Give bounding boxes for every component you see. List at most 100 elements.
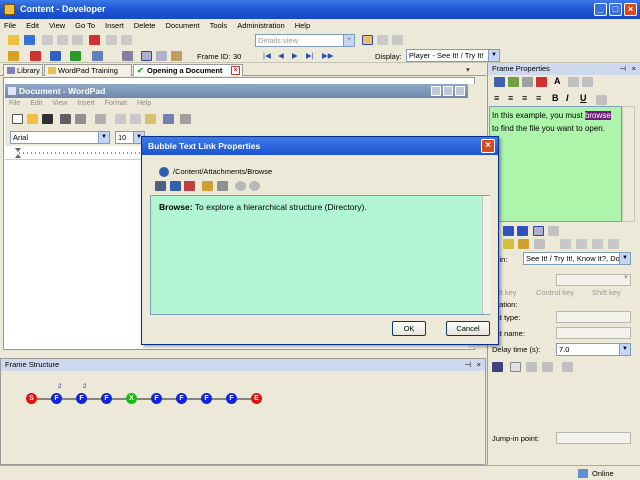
- link-forward-icon[interactable]: [249, 181, 260, 191]
- paste-icon[interactable]: [72, 35, 83, 45]
- redo-icon[interactable]: [121, 35, 132, 45]
- split-icon[interactable]: [377, 35, 388, 45]
- dialog-content-scrollbar[interactable]: [482, 196, 490, 314]
- layout-icon[interactable]: [362, 35, 373, 45]
- bubble-delete-icon[interactable]: [536, 77, 547, 87]
- bubble-text-scrollbar[interactable]: [622, 106, 635, 222]
- edit-icon[interactable]: [122, 51, 133, 61]
- fp-rect-icon[interactable]: [510, 362, 521, 372]
- fp-d-icon[interactable]: [608, 239, 619, 249]
- frame-node[interactable]: F: [151, 393, 162, 404]
- list-icon[interactable]: [596, 95, 607, 105]
- bubble-link-text[interactable]: browse: [584, 111, 611, 120]
- link-edit-icon[interactable]: [202, 181, 213, 191]
- last-frame-icon[interactable]: ▶|: [306, 51, 314, 60]
- display-combo[interactable]: Player - See It! / Try It! ▼: [406, 49, 500, 62]
- menu-goto[interactable]: Go To: [75, 21, 95, 30]
- bubble-type-icon[interactable]: [494, 77, 505, 87]
- frame-node[interactable]: X: [126, 393, 137, 404]
- spell-icon[interactable]: [568, 77, 579, 87]
- insert-frame-icon[interactable]: [30, 51, 41, 61]
- frame-node[interactable]: S: [26, 393, 37, 404]
- fp-tab-bubble-icon[interactable]: [503, 226, 514, 236]
- menu-help[interactable]: Help: [295, 21, 310, 30]
- tab-wordpad-training[interactable]: WordPad Training: [44, 64, 132, 76]
- play-icon[interactable]: ▶▶: [322, 51, 334, 60]
- fp-cmd-icon[interactable]: [534, 239, 545, 249]
- copy-icon[interactable]: [57, 35, 68, 45]
- frame-view-icon[interactable]: [141, 51, 152, 61]
- frame-node[interactable]: F: [51, 393, 62, 404]
- italic-icon[interactable]: I: [566, 93, 569, 103]
- justify-icon[interactable]: ≡: [536, 93, 541, 103]
- fp-close-icon[interactable]: ×: [632, 63, 636, 75]
- menu-administration[interactable]: Administration: [237, 21, 285, 30]
- panel-icon[interactable]: [392, 35, 403, 45]
- menu-tools[interactable]: Tools: [210, 21, 228, 30]
- font-icon[interactable]: A: [554, 76, 561, 86]
- bubble-icon[interactable]: [156, 51, 167, 61]
- align-center-icon[interactable]: ≡: [508, 93, 513, 103]
- undo-icon[interactable]: [106, 35, 117, 45]
- frame-node[interactable]: F: [226, 393, 237, 404]
- cancel-button[interactable]: Cancel: [446, 321, 490, 336]
- link-icon[interactable]: [92, 51, 103, 61]
- insert-action-icon[interactable]: [50, 51, 61, 61]
- insert-decision-icon[interactable]: [70, 51, 81, 61]
- tab-library[interactable]: Library: [3, 64, 43, 76]
- fp-pin-icon[interactable]: ⊣: [619, 63, 626, 75]
- frame-node[interactable]: F: [76, 393, 87, 404]
- open-icon[interactable]: [8, 35, 19, 45]
- menu-insert[interactable]: Insert: [105, 21, 124, 30]
- ok-button[interactable]: OK: [392, 321, 426, 336]
- fp-tab-other-icon[interactable]: [548, 226, 559, 236]
- underline-icon[interactable]: U: [580, 93, 587, 103]
- prev-frame-icon[interactable]: ◀: [278, 51, 284, 60]
- close-button[interactable]: ×: [624, 3, 637, 16]
- fp-object-icon[interactable]: [503, 239, 514, 249]
- maximize-button[interactable]: □: [609, 3, 622, 16]
- frame-node[interactable]: F: [201, 393, 212, 404]
- fp-tab-frame-icon[interactable]: [533, 226, 544, 236]
- tab-close-icon[interactable]: ×: [231, 66, 240, 75]
- fp-refresh-icon[interactable]: [542, 362, 553, 372]
- tab-opening-document[interactable]: ✔ Opening a Document ×: [133, 64, 243, 76]
- bubble-pos-icon[interactable]: [522, 77, 533, 87]
- dialog-close-button[interactable]: ×: [481, 139, 495, 153]
- folder-icon[interactable]: [8, 51, 19, 61]
- first-frame-icon[interactable]: |◀: [263, 51, 271, 60]
- menu-view[interactable]: View: [49, 21, 65, 30]
- link-remove-icon[interactable]: [184, 181, 195, 191]
- minimize-button[interactable]: _: [594, 3, 607, 16]
- view-combo[interactable]: Details view ▼: [255, 34, 355, 47]
- fp-key-icon[interactable]: [562, 362, 573, 372]
- frame-node[interactable]: E: [251, 393, 262, 404]
- fp-c-icon[interactable]: [592, 239, 603, 249]
- frame-node[interactable]: F: [176, 393, 187, 404]
- fp-action-icon[interactable]: [492, 362, 503, 372]
- delete-icon[interactable]: [89, 35, 100, 45]
- fp-tool-icon[interactable]: [526, 362, 537, 372]
- panel-close-icon[interactable]: ×: [477, 359, 481, 371]
- bold-icon[interactable]: B: [552, 93, 559, 103]
- text-color-icon[interactable]: [582, 77, 593, 87]
- link-settings-icon[interactable]: [217, 181, 228, 191]
- fp-a-icon[interactable]: [560, 239, 571, 249]
- next-frame-icon[interactable]: ▶: [292, 51, 298, 60]
- frame-node[interactable]: F: [101, 393, 112, 404]
- view-in-combo[interactable]: See It! / Try It!, Know It?, Do It! ▼: [523, 252, 631, 265]
- pin-icon[interactable]: ⊣: [464, 359, 471, 371]
- tab-scroll-icon[interactable]: ▾: [466, 65, 470, 74]
- menu-delete[interactable]: Delete: [134, 21, 156, 30]
- fp-b-icon[interactable]: [576, 239, 587, 249]
- fp-tab-action-icon[interactable]: [517, 226, 528, 236]
- menu-file[interactable]: File: [4, 21, 16, 30]
- bubble-text-editor[interactable]: In this example, you must browse to find…: [489, 106, 622, 222]
- bubble-color-icon[interactable]: [508, 77, 519, 87]
- link-back-icon[interactable]: [235, 181, 246, 191]
- menu-edit[interactable]: Edit: [26, 21, 39, 30]
- link-browse-icon[interactable]: [170, 181, 181, 191]
- align-right-icon[interactable]: ≡: [522, 93, 527, 103]
- fp-file-icon[interactable]: [518, 239, 529, 249]
- save-icon[interactable]: [24, 35, 35, 45]
